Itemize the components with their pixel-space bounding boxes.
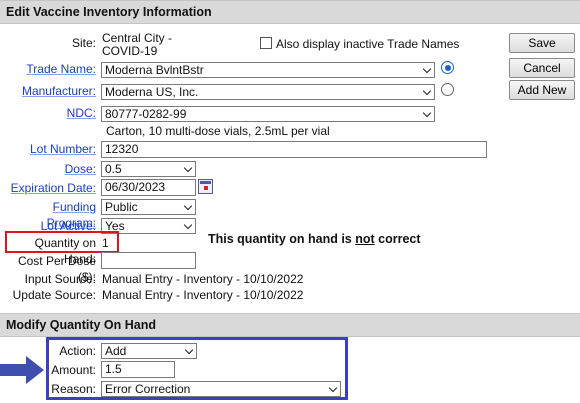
annotation-text-post: correct xyxy=(374,232,421,246)
site-value-line2: COVID-19 xyxy=(102,44,158,58)
trade-name-label[interactable]: Trade Name: xyxy=(2,61,96,77)
cost-per-dose-input[interactable] xyxy=(101,252,196,269)
modify-quantity-header: Modify Quantity On Hand xyxy=(0,313,580,337)
lot-number-input[interactable]: 12320 xyxy=(101,141,487,158)
amount-input[interactable]: 1.5 xyxy=(101,361,175,378)
ndc-description: Carton, 10 multi-dose vials, 2.5mL per v… xyxy=(106,124,330,138)
site-label: Site: xyxy=(71,36,96,50)
inactive-trade-names-label: Also display inactive Trade Names xyxy=(276,37,460,51)
manufacturer-radio[interactable] xyxy=(441,83,454,96)
chevron-down-icon xyxy=(422,108,432,118)
funding-program-value: Public xyxy=(105,200,138,214)
add-new-button[interactable]: Add New xyxy=(509,80,575,100)
annotation-text-pre: This quantity on hand is xyxy=(208,232,356,246)
dose-select[interactable]: 0.5 xyxy=(101,161,196,177)
reason-label: Reason: xyxy=(51,382,96,396)
input-source-label: Input Source: xyxy=(24,272,96,286)
expiration-date-label[interactable]: Expiration Date: xyxy=(2,180,96,196)
chevron-down-icon xyxy=(183,220,193,230)
ndc-select[interactable]: 80777-0282-99 xyxy=(101,106,435,122)
trade-name-radio[interactable] xyxy=(441,61,454,74)
action-value: Add xyxy=(105,344,127,358)
amount-label: Amount: xyxy=(51,363,96,377)
chevron-down-icon xyxy=(183,201,193,211)
action-select[interactable]: Add xyxy=(101,343,197,359)
manufacturer-select[interactable]: Moderna US, Inc. xyxy=(101,84,435,100)
trade-name-select[interactable]: Moderna BvlntBstr xyxy=(101,62,435,78)
calendar-header-bar xyxy=(200,181,211,184)
dose-value: 0.5 xyxy=(105,162,122,176)
update-source-value: Manual Entry - Inventory - 10/10/2022 xyxy=(102,288,304,302)
page-header: Edit Vaccine Inventory Information xyxy=(0,0,580,24)
chevron-down-icon xyxy=(422,64,432,74)
manufacturer-label[interactable]: Manufacturer: xyxy=(2,83,96,99)
ndc-label[interactable]: NDC: xyxy=(2,105,96,121)
annotation-text-emph: not xyxy=(355,232,375,246)
calendar-icon[interactable] xyxy=(198,179,213,194)
reason-value: Error Correction xyxy=(105,382,191,396)
save-button[interactable]: Save xyxy=(509,33,575,53)
chevron-down-icon xyxy=(183,163,193,173)
dose-label[interactable]: Dose: xyxy=(2,161,96,177)
calendar-day-mark xyxy=(204,186,208,190)
chevron-down-icon xyxy=(328,383,338,393)
update-source-label: Update Source: xyxy=(12,288,96,302)
quantity-on-hand-value: 1 xyxy=(102,236,109,250)
reason-select[interactable]: Error Correction xyxy=(101,381,341,397)
manufacturer-value: Moderna US, Inc. xyxy=(105,85,199,99)
funding-program-select[interactable]: Public xyxy=(101,199,196,215)
input-source-value: Manual Entry - Inventory - 10/10/2022 xyxy=(102,272,304,286)
expiration-date-input[interactable]: 06/30/2023 xyxy=(101,179,196,196)
action-label: Action: xyxy=(59,344,96,358)
quantity-annotation: This quantity on hand is not correct xyxy=(208,232,421,246)
chevron-down-icon xyxy=(422,86,432,96)
trade-name-value: Moderna BvlntBstr xyxy=(105,63,204,77)
inactive-trade-names-checkbox[interactable] xyxy=(260,37,272,49)
cancel-button[interactable]: Cancel xyxy=(509,58,575,78)
ndc-value: 80777-0282-99 xyxy=(105,107,187,121)
chevron-down-icon xyxy=(184,345,194,355)
lot-number-label[interactable]: Lot Number: xyxy=(2,141,96,157)
